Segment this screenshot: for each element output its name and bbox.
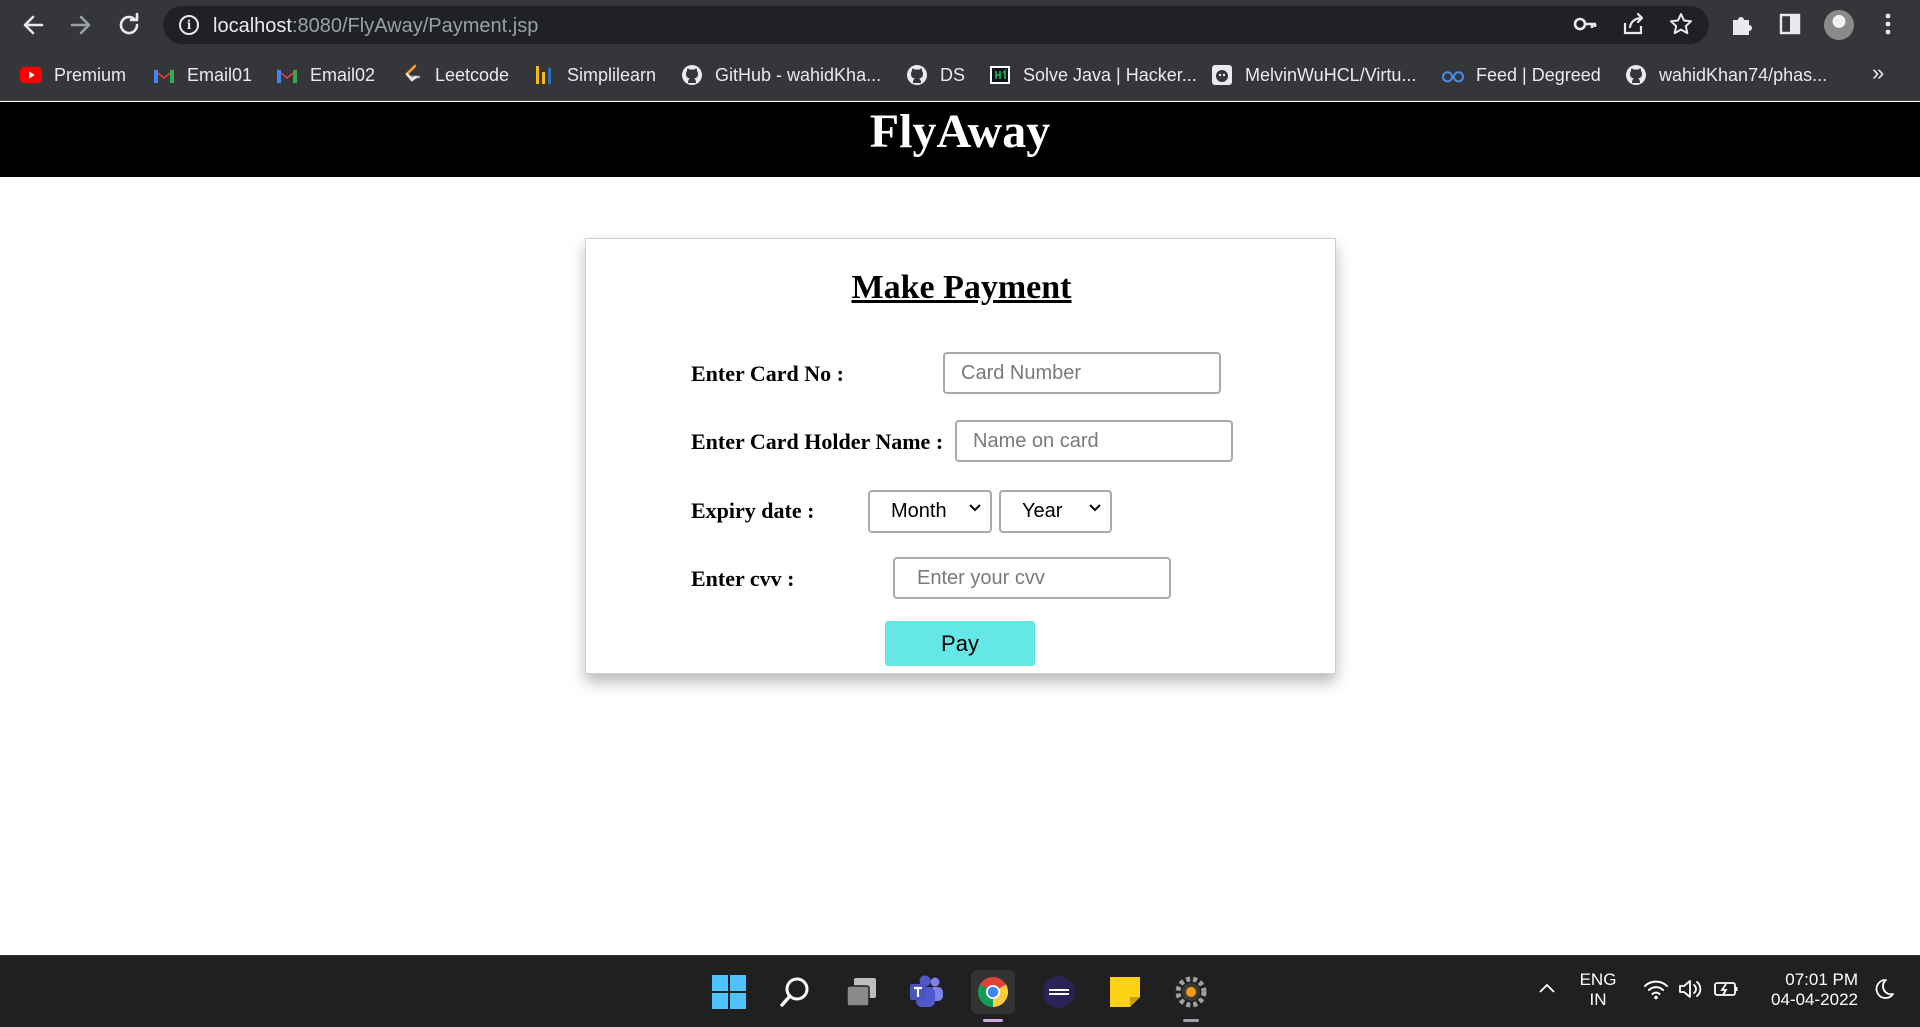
bookmark-label: Feed | Degreed [1476,64,1601,85]
hackerrank-icon [989,64,1011,86]
focus-moon-icon[interactable] [1872,977,1896,1006]
payment-card: Make Payment Enter Card No : Enter Card … [585,238,1336,674]
bookmark-label: Solve Java | Hacker... [1023,64,1197,85]
degreed-icon [1442,64,1464,86]
key-icon[interactable] [1571,11,1599,39]
language-code: ENG [1579,970,1617,989]
simplilearn-icon [533,64,555,86]
settings-icon[interactable] [1169,970,1213,1022]
language-indicator[interactable]: ENG IN [1578,970,1618,1010]
chevron-down-icon [969,504,981,512]
cvv-label: Enter cvv : [691,566,795,591]
site-header: FlyAway [0,102,1920,177]
month-selected-value: Month [891,500,947,522]
leetcode-icon [401,64,423,86]
show-hidden-icons-chevron-icon[interactable] [1536,978,1558,1005]
back-arrow-icon[interactable] [17,9,49,41]
side-panel-icon[interactable] [1776,11,1804,39]
cvv-input[interactable] [893,557,1171,599]
forward-arrow-icon[interactable] [65,9,97,41]
site-title: FlyAway [869,105,1051,158]
search-icon[interactable] [773,970,817,1014]
expiry-year-select[interactable]: Year [999,490,1112,533]
eclipse-icon[interactable] [1037,970,1081,1014]
battery-charging-icon[interactable] [1712,977,1740,1006]
sticky-notes-icon[interactable] [1103,970,1147,1014]
browser-toolbar: i localhost:8080/FlyAway/Payment.jsp [0,0,1920,50]
bookmark-hackerrank[interactable]: Solve Java | Hacker... [989,62,1197,88]
share-icon[interactable] [1619,11,1647,39]
taskbar: ENG IN 07:01 PM 04-04-2022 [0,955,1920,1027]
extensions-puzzle-icon[interactable] [1728,11,1756,39]
chevron-down-icon [1089,504,1101,512]
address-url[interactable]: localhost:8080/FlyAway/Payment.jsp [213,15,538,38]
bookmark-degreed[interactable]: Feed | Degreed [1442,62,1601,88]
bookmark-label: Premium [54,64,127,85]
github-icon [1625,64,1647,86]
windows-start-icon[interactable] [707,970,751,1014]
bookmarks-bar: Premium Email01 Email02 Leetcode Simplil… [0,50,1920,101]
expiry-month-select[interactable]: Month [868,490,992,533]
year-selected-value: Year [1022,500,1063,522]
card-holder-input[interactable] [955,420,1233,462]
teams-icon[interactable] [905,970,949,1014]
clock[interactable]: 07:01 PM 04-04-2022 [1754,970,1858,1010]
bookmark-label: Email02 [310,64,376,85]
gmail-icon [153,64,175,86]
bookmark-email01[interactable]: Email01 [153,62,252,88]
bookmark-melvinwuhcl[interactable]: MelvinWuHCL/Virtu... [1211,62,1416,88]
youtube-icon [20,64,42,86]
site-info-icon[interactable]: i [179,15,199,35]
bookmark-wahidkhan74[interactable]: wahidKhan74/phas... [1625,62,1827,88]
bookmark-simplilearn[interactable]: Simplilearn [533,62,656,88]
clock-date: 04-04-2022 [1771,990,1858,1009]
bookmark-label: Simplilearn [567,64,657,85]
chrome-icon[interactable] [971,970,1015,1022]
bookmark-premium[interactable]: Premium [20,62,126,88]
bookmark-label: wahidKhan74/phas... [1659,64,1828,85]
card-number-label: Enter Card No : [691,361,844,386]
pay-button[interactable]: Pay [885,621,1035,666]
payment-heading: Make Payment [851,269,1072,306]
bookmark-star-icon[interactable] [1667,11,1695,39]
bookmark-label: DS [940,64,966,85]
card-number-input[interactable] [943,352,1221,394]
bookmark-github-wahidkhan[interactable]: GitHub - wahidKha... [681,62,881,88]
address-bar[interactable]: i localhost:8080/FlyAway/Payment.jsp [163,6,1709,44]
clock-time: 07:01 PM [1785,970,1858,989]
github-icon [681,64,703,86]
card-holder-label: Enter Card Holder Name : [691,429,944,454]
volume-icon[interactable] [1677,977,1703,1006]
bookmark-label: Email01 [187,64,253,85]
profile-avatar[interactable] [1824,10,1854,40]
chrome-menu-icon[interactable] [1874,11,1902,39]
bookmark-label: GitHub - wahidKha... [715,64,882,85]
github-icon [906,64,928,86]
gmail-icon [276,64,298,86]
task-view-icon[interactable] [840,970,884,1014]
bookmark-ds[interactable]: DS [906,62,965,88]
region-code: IN [1589,990,1607,1009]
bookmark-email02[interactable]: Email02 [276,62,375,88]
running-app-indicator [1183,1019,1199,1022]
github-octocat-icon [1211,64,1233,86]
bookmark-label: Leetcode [435,64,510,85]
reload-icon[interactable] [113,9,145,41]
wifi-icon[interactable] [1643,977,1669,1006]
bookmark-label: MelvinWuHCL/Virtu... [1245,64,1417,85]
expiry-date-label: Expiry date : [691,498,815,523]
active-app-indicator [983,1019,1003,1022]
more-bookmarks-chevron-icon[interactable]: » [1872,60,1884,86]
bookmark-leetcode[interactable]: Leetcode [401,62,509,88]
